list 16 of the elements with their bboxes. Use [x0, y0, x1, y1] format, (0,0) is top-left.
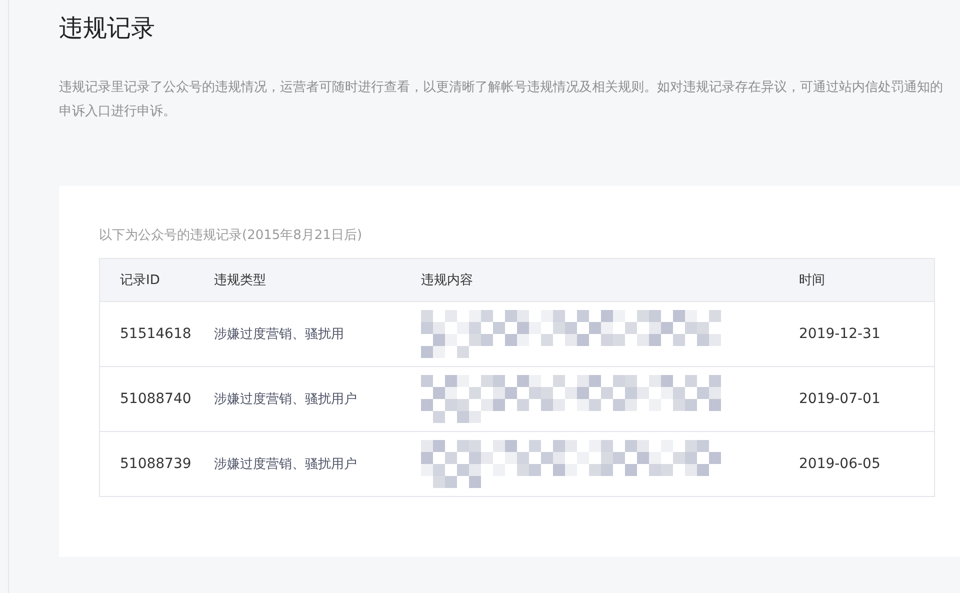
column-header: 违规类型 — [214, 273, 266, 288]
record-date: 2019-12-31 — [799, 326, 880, 342]
page-title: 违规记录 — [59, 13, 156, 44]
page-description: 违规记录里记录了公众号的违规情况，运营者可随时进行查看，以更清晰了解帐号违规情况及相关规则。如对违规记录存在异议，可通过站内信处罚通知的申诉入口进行申诉。 — [59, 79, 944, 121]
record-date: 2019-07-01 — [799, 391, 880, 407]
column-header: 时间 — [799, 273, 825, 288]
violation-type: 涉嫌过度营销、骚扰用户 — [214, 457, 357, 472]
table-caption: 以下为公众号的违规记录(2015年8月21日后) — [99, 227, 364, 245]
violation-type: 涉嫌过度营销、骚扰用 — [214, 327, 344, 342]
record-date: 2019-06-05 — [799, 456, 880, 472]
record-id: 51088740 — [120, 391, 192, 407]
column-header: 违规内容 — [421, 273, 473, 288]
record-id: 51514618 — [120, 326, 192, 342]
violation-type: 涉嫌过度营销、骚扰用户 — [214, 392, 357, 407]
column-header: 记录ID — [120, 273, 160, 288]
record-id: 51088739 — [120, 456, 192, 472]
